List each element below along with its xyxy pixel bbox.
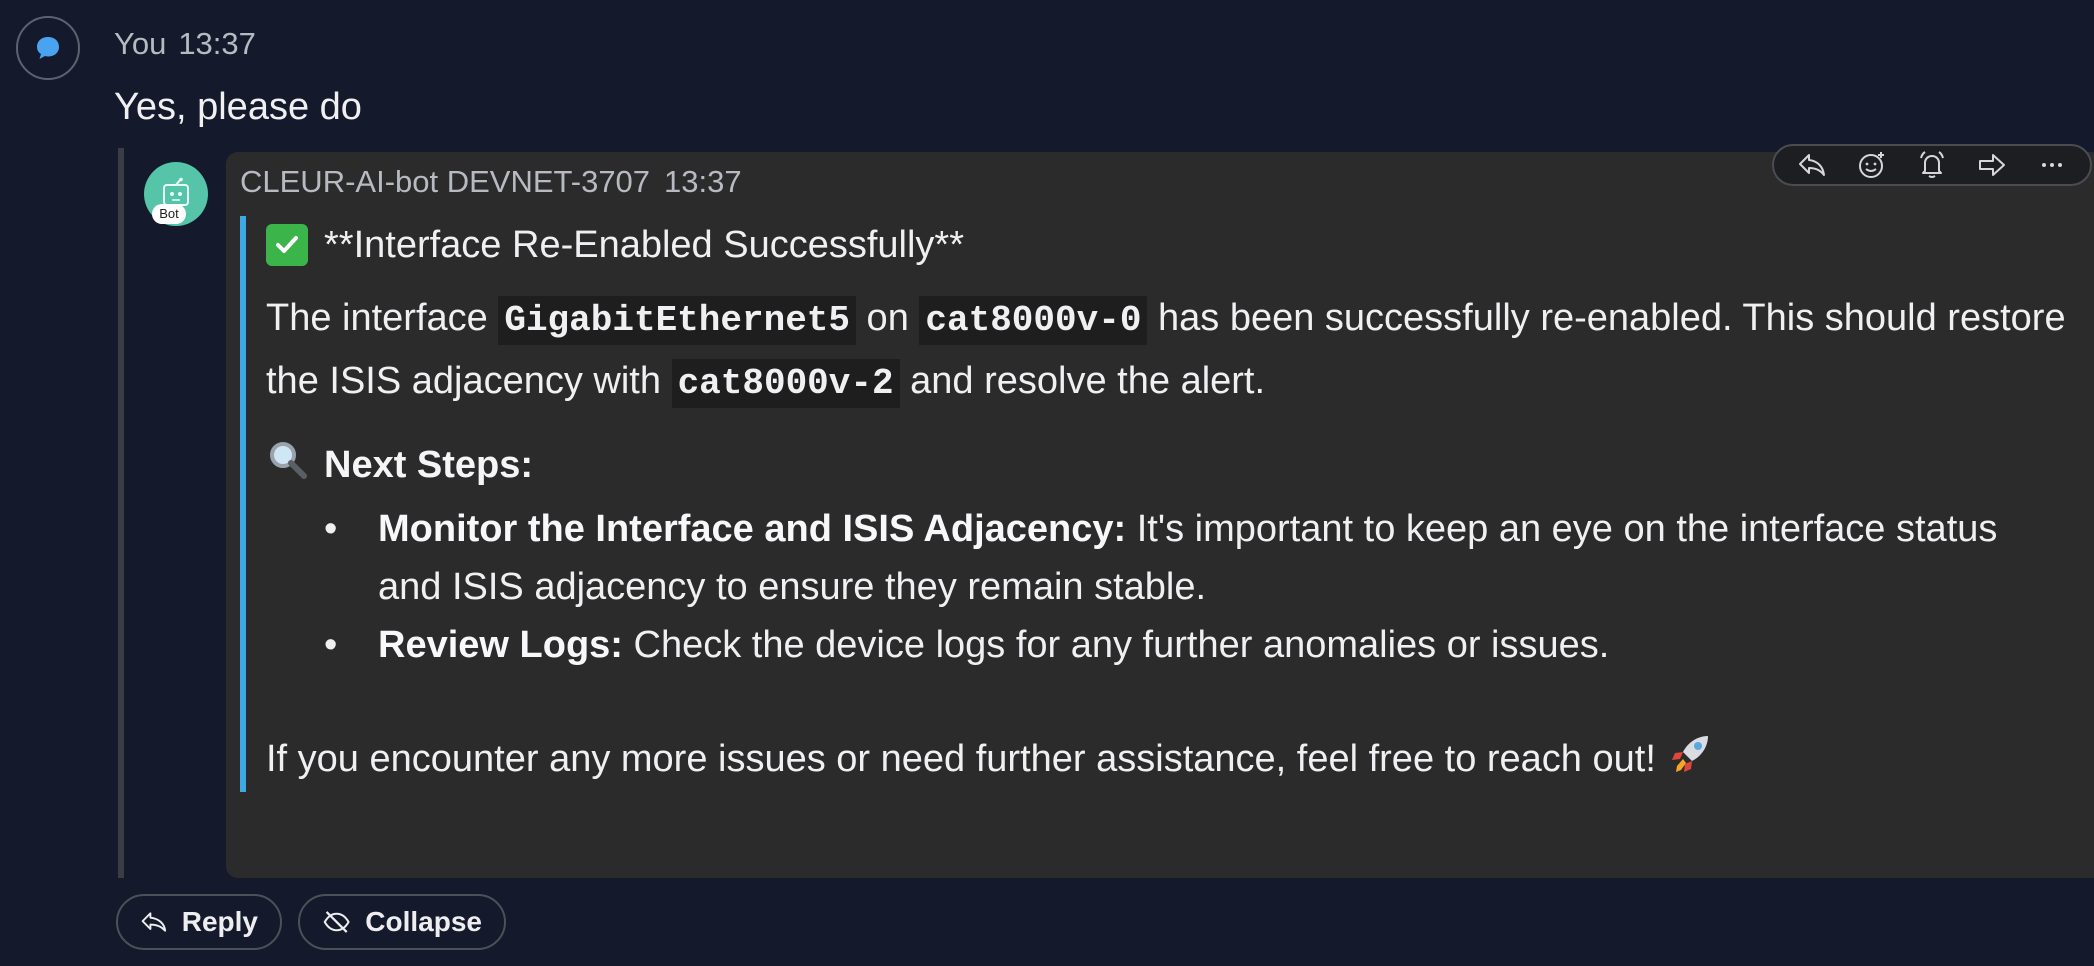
list-item: • Monitor the Interface and ISIS Adjacen… (266, 500, 2066, 616)
user-avatar[interactable] (16, 16, 80, 80)
add-reaction-button[interactable] (1850, 147, 1894, 183)
step-text: Check the device logs for any further an… (622, 624, 1610, 666)
chat-view: You 13:37 Yes, please do Bot CLEUR-AI-bot… (0, 0, 2094, 966)
bot-author: CLEUR-AI-bot DEVNET-3707 (240, 164, 651, 199)
code-device: cat8000v-0 (919, 296, 1148, 345)
bot-message-content: **Interface Re-Enabled Successfully** Th… (266, 216, 2066, 786)
step-bold: Review Logs: (378, 624, 623, 666)
bot-message-time: 13:37 (664, 164, 742, 199)
more-icon (2042, 163, 2062, 167)
para-text-4: and resolve the alert. (899, 360, 1266, 402)
forward-icon (1979, 154, 2005, 176)
reply-action-button[interactable] (1790, 147, 1834, 183)
closing-line: If you encounter any more issues or need… (266, 732, 2066, 786)
bot-badge: Bot (152, 204, 186, 224)
thread-line (118, 148, 124, 878)
reply-icon (141, 912, 167, 932)
collapse-button[interactable]: Collapse (298, 894, 506, 950)
reply-icon (1799, 154, 1825, 176)
user-message-text: Yes, please do (114, 86, 362, 128)
next-steps-list: • Monitor the Interface and ISIS Adjacen… (266, 500, 2066, 674)
bullet: • (324, 624, 338, 666)
more-options-button[interactable] (2030, 147, 2074, 183)
message-actions-toolbar (1772, 144, 2092, 186)
check-mark-icon (266, 224, 308, 266)
bot-message-meta: CLEUR-AI-bot DEVNET-3707 13:37 (240, 164, 742, 200)
closing-text: If you encounter any more issues or need… (266, 737, 1656, 780)
notify-button[interactable] (1910, 147, 1954, 183)
next-steps-title-text: Next Steps: (324, 443, 534, 486)
bullet: • (324, 508, 338, 550)
add-reaction-icon (1859, 152, 1884, 178)
eye-off-icon (323, 911, 350, 933)
quote-accent-bar (240, 216, 246, 792)
reply-button[interactable]: Reply (116, 894, 282, 950)
chat-bubble-icon (37, 37, 59, 59)
next-steps-title: Next Steps: (266, 438, 2066, 492)
alert-bell-icon (1920, 151, 1944, 178)
forward-button[interactable] (1970, 147, 2014, 183)
code-peer: cat8000v-2 (671, 359, 900, 408)
bot-heading: **Interface Re-Enabled Successfully** (266, 216, 2066, 274)
rocket-icon (1668, 732, 1712, 786)
user-author: You (114, 26, 167, 61)
reply-button-label: Reply (181, 906, 258, 937)
bot-heading-text: **Interface Re-Enabled Successfully** (324, 223, 965, 266)
bot-paragraph: The interface GigabitEthernet5 on cat800… (266, 288, 2066, 414)
code-interface: GigabitEthernet5 (498, 296, 856, 345)
user-message-meta: You 13:37 (114, 26, 256, 62)
user-message-time: 13:37 (178, 26, 256, 61)
collapse-button-label: Collapse (365, 906, 482, 937)
para-text-2: on (856, 297, 920, 339)
para-text-1: The interface (266, 297, 499, 339)
list-item: • Review Logs: Check the device logs for… (266, 616, 2066, 674)
step-bold: Monitor the Interface and ISIS Adjacency… (378, 508, 1127, 550)
magnifier-icon (266, 438, 310, 492)
